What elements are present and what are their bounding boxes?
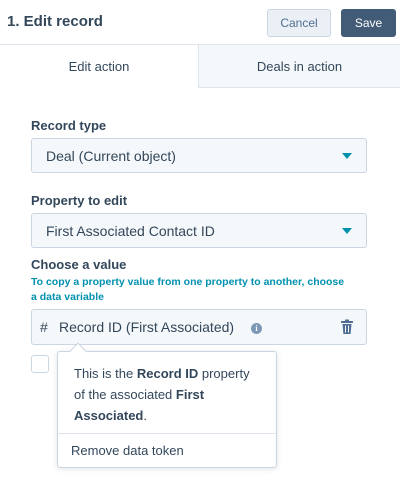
tab-label: Edit action xyxy=(68,59,130,74)
remove-data-token-button[interactable]: Remove data token xyxy=(71,443,184,458)
record-type-label: Record type xyxy=(31,118,107,133)
tab-bar: Edit action Deals in action xyxy=(0,45,400,88)
data-token-field: # Record ID (First Associated) i xyxy=(31,309,367,345)
cancel-button[interactable]: Cancel xyxy=(267,9,331,37)
property-to-edit-select[interactable]: First Associated Contact ID xyxy=(31,213,367,248)
checkbox[interactable] xyxy=(31,355,49,373)
data-token-label[interactable]: Record ID (First Associated) xyxy=(59,319,234,335)
trash-icon[interactable] xyxy=(340,319,354,335)
info-icon[interactable]: i xyxy=(251,323,262,334)
tab-edit-action[interactable]: Edit action xyxy=(0,45,199,88)
popover-arrow xyxy=(69,342,87,360)
save-button[interactable]: Save xyxy=(341,9,396,37)
record-type-select[interactable]: Deal (Current object) xyxy=(31,138,367,173)
property-to-edit-value: First Associated Contact ID xyxy=(46,223,215,239)
tab-deals-in-action[interactable]: Deals in action xyxy=(199,45,400,88)
choose-value-help-text: To copy a property value from one proper… xyxy=(31,276,345,303)
choose-value-label: Choose a value xyxy=(31,257,127,272)
data-token-popover: This is the Record ID property of the as… xyxy=(57,342,277,468)
page-title: 1. Edit record xyxy=(7,13,103,30)
tab-label: Deals in action xyxy=(256,58,343,74)
popover-divider xyxy=(58,433,276,434)
hash-icon: # xyxy=(40,319,48,335)
record-type-value: Deal (Current object) xyxy=(46,148,176,164)
chevron-down-icon xyxy=(342,228,352,234)
chevron-down-icon xyxy=(342,153,352,159)
panel-header: 1. Edit record Cancel Save xyxy=(0,0,400,45)
property-to-edit-label: Property to edit xyxy=(31,193,128,208)
popover-description: This is the Record ID property of the as… xyxy=(74,366,250,423)
